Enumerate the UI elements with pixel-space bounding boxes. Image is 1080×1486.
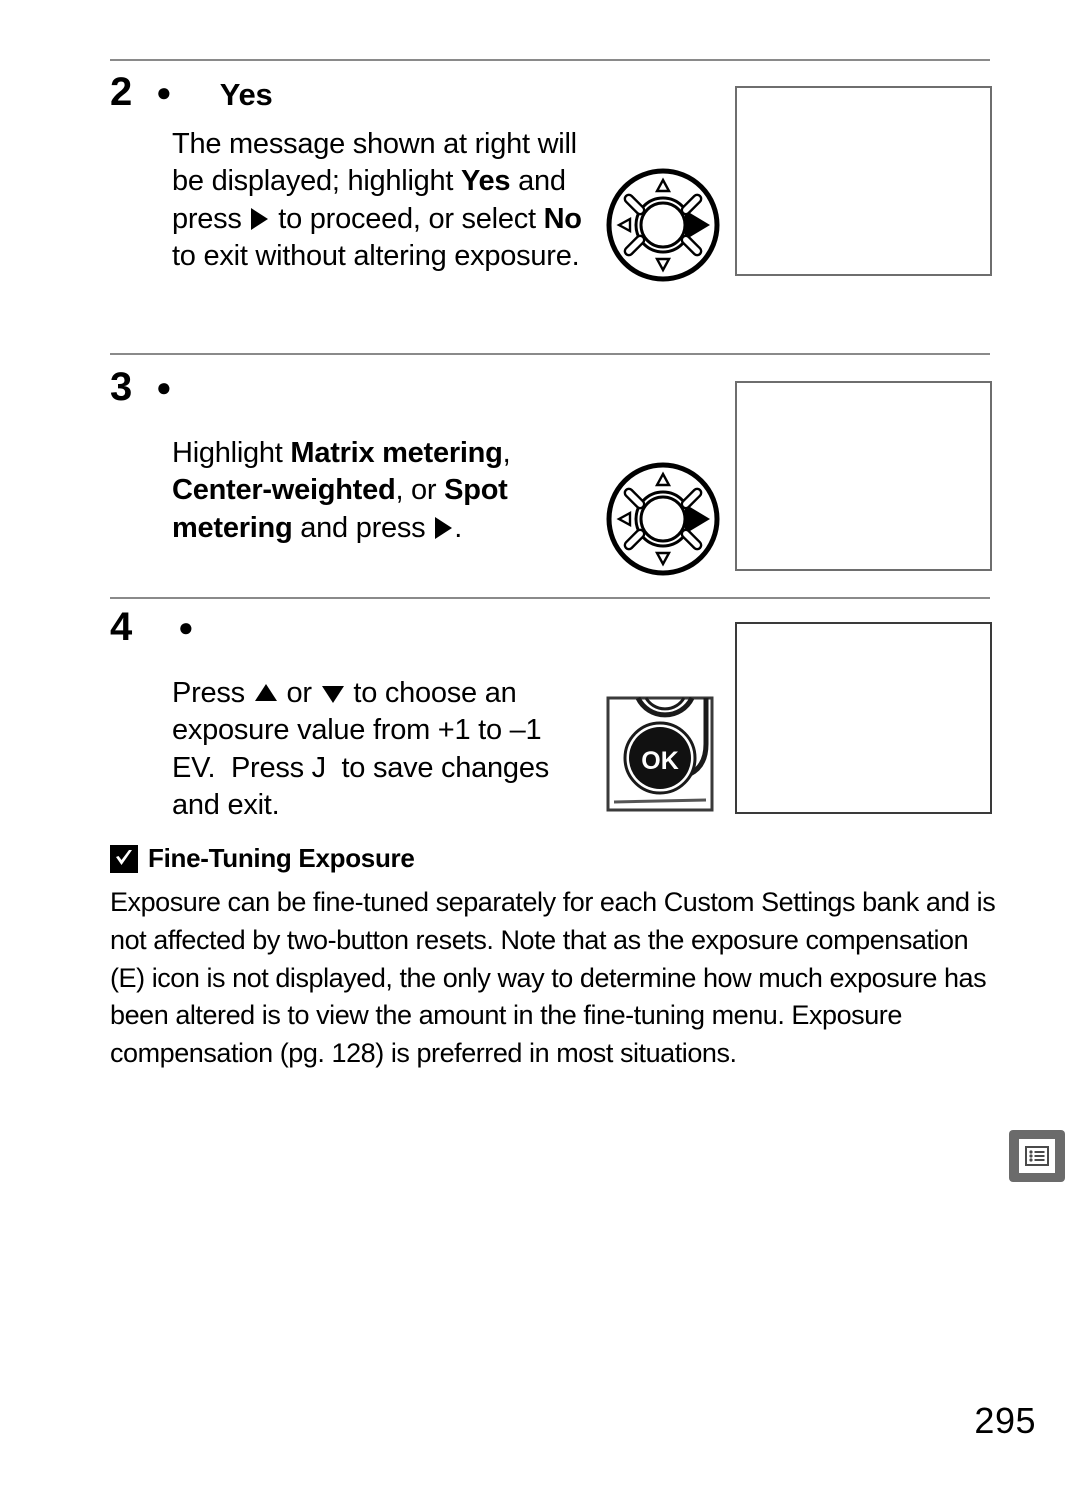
step-4-number: 4 bbox=[110, 605, 132, 649]
step-4-body: Press or to choose an exposure value fro… bbox=[172, 677, 549, 822]
up-arrow-icon bbox=[254, 684, 277, 701]
note-heading: Fine-Tuning Exposure bbox=[110, 843, 1000, 874]
right-arrow-icon bbox=[251, 207, 269, 230]
right-arrow-icon bbox=[435, 516, 453, 539]
screen-illustration-step3 bbox=[735, 381, 992, 571]
manual-page: 2 ● Yes The message shown at right will … bbox=[0, 0, 1080, 1486]
menu-list-icon bbox=[1019, 1139, 1055, 1173]
screen-illustration-step2 bbox=[735, 86, 992, 276]
section-divider-top bbox=[110, 59, 990, 61]
step-3-number: 3 bbox=[110, 365, 132, 409]
section-divider-step4 bbox=[110, 597, 990, 599]
step-2-title: Yes bbox=[219, 77, 273, 112]
screen-illustration-step4 bbox=[735, 622, 992, 814]
filled-circle-glyph: ● bbox=[156, 77, 172, 107]
section-divider-step3 bbox=[110, 353, 990, 355]
note-body: Exposure can be fine-tuned separately fo… bbox=[110, 887, 996, 1069]
step-2-number: 2 bbox=[110, 70, 132, 114]
note-fine-tuning-exposure: Fine-Tuning Exposure Exposure can be fin… bbox=[110, 843, 1000, 1073]
down-arrow-icon bbox=[321, 686, 344, 703]
step-3-body: Highlight Matrix metering, Center-weight… bbox=[172, 437, 511, 544]
ok-button-label: OK bbox=[641, 747, 679, 775]
page-number: 295 bbox=[974, 1400, 1036, 1441]
section-tab-marker[interactable] bbox=[1009, 1130, 1065, 1182]
filled-circle-glyph: ● bbox=[156, 372, 172, 402]
checkmark-icon bbox=[110, 844, 138, 873]
multi-selector-dial-step3 bbox=[604, 460, 722, 583]
step-2-body: The message shown at right will be displ… bbox=[172, 128, 582, 273]
filled-circle-glyph: ● bbox=[178, 612, 194, 642]
ok-button-illustration: OK bbox=[606, 696, 718, 819]
multi-selector-dial-step2 bbox=[604, 166, 722, 289]
note-title: Fine-Tuning Exposure bbox=[148, 843, 415, 873]
